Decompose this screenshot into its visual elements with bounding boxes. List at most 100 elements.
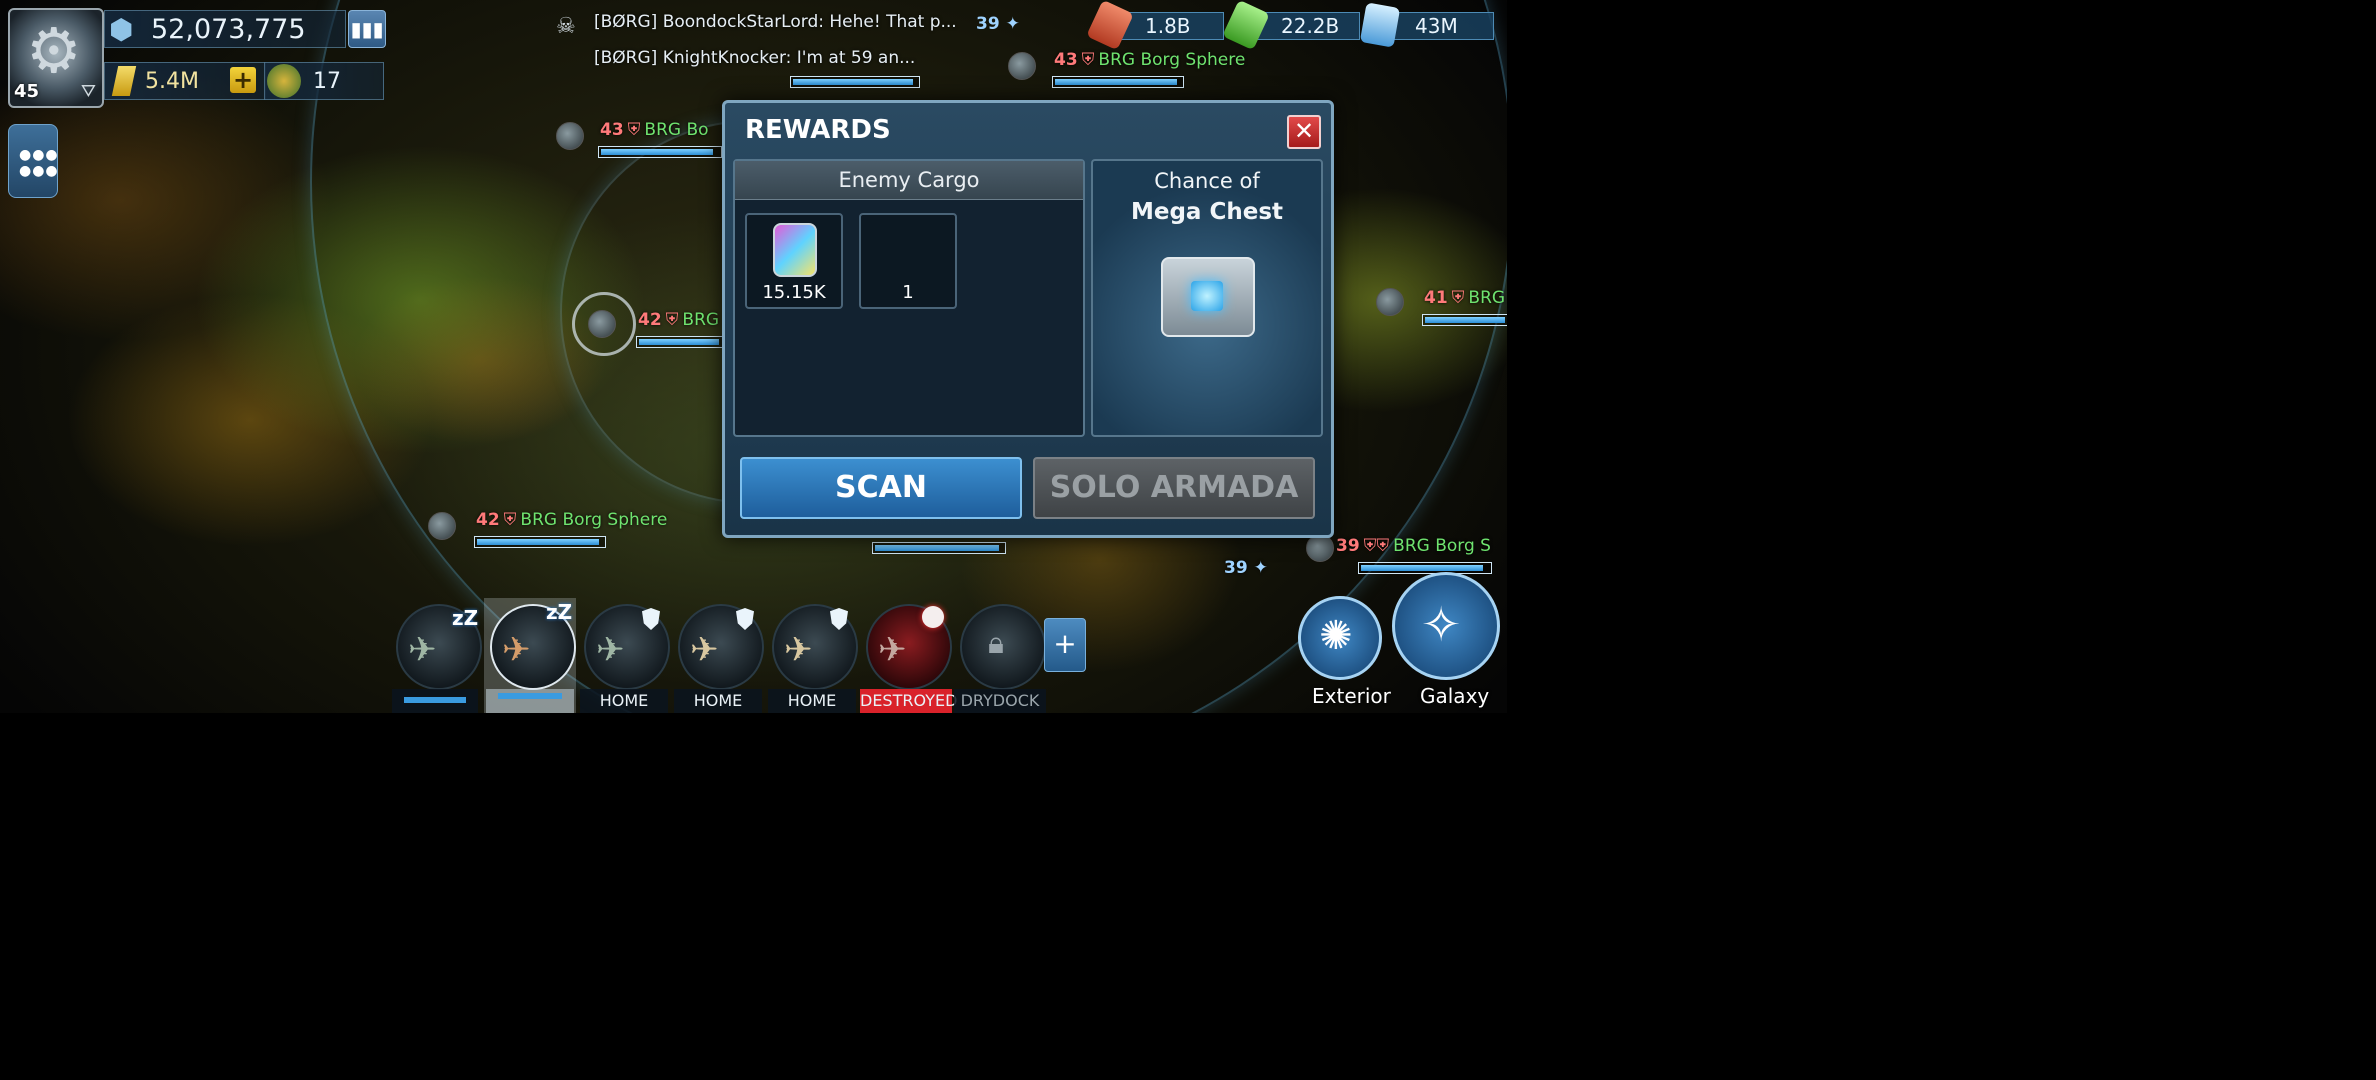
enemy-health-fill — [601, 149, 714, 155]
chat-alliance-icon: ☠ — [556, 14, 576, 39]
dilithium-value: 43M — [1415, 14, 1458, 38]
exterior-button[interactable]: ✺ — [1298, 596, 1382, 680]
parsteel-value: 1.8B — [1145, 14, 1191, 38]
ship-status: HOME — [674, 689, 762, 713]
enemy-tag[interactable]: 43 ⛨ BRG Borg Sphere — [1054, 50, 1245, 70]
alliance-value: 17 — [313, 68, 341, 94]
gear-icon: ⚙ — [26, 14, 82, 87]
latinum-icon — [111, 66, 137, 96]
ship-status: HOME — [768, 689, 856, 713]
alliance-stat[interactable]: 17 — [264, 62, 384, 100]
ship-status: DRYDOCK F — [954, 689, 1046, 713]
cargo-item[interactable]: 1 — [859, 213, 957, 309]
ship-status — [392, 689, 478, 713]
add-drydock-button[interactable]: + — [1044, 618, 1086, 672]
lock-icon: 🔒︎ — [988, 626, 1004, 661]
enemy-health-fill — [477, 539, 600, 545]
scan-button[interactable]: SCAN — [740, 457, 1022, 519]
chest-caption: Chance of — [1154, 169, 1260, 193]
chat-message[interactable]: [BØRG] KnightKnocker: I'm at 59 an... — [594, 48, 915, 68]
enemy-tag[interactable]: 43 ⛨ BRG Bo — [600, 120, 709, 140]
enemy-tag[interactable]: 39 ⛨⛨ BRG Borg S — [1336, 536, 1491, 556]
blueprint-chip-icon — [773, 223, 817, 277]
galaxy-button[interactable]: ✧ — [1392, 572, 1500, 680]
screen-edge — [1507, 0, 1568, 713]
enemy-health-bar — [474, 536, 606, 548]
exterior-icon: ✺ — [1319, 613, 1353, 659]
ship-icon: ✈ — [596, 630, 625, 670]
enemy-ship-icon[interactable] — [428, 512, 456, 540]
enemy-health-fill — [1361, 565, 1483, 571]
rewards-dialog: REWARDS ✕ Enemy Cargo 15.15K 1 Chance of… — [722, 100, 1334, 538]
enemy-health-fill — [875, 545, 1000, 551]
player-avatar[interactable]: ⚙ 45 ⛛ — [8, 8, 104, 108]
player-level-badge[interactable]: 39 ✦ — [1224, 558, 1268, 578]
tritanium-stat[interactable]: 22.2B — [1222, 0, 1360, 51]
close-icon: ✕ — [1293, 117, 1315, 145]
close-button[interactable]: ✕ — [1287, 115, 1321, 149]
enemy-ship-icon[interactable] — [588, 310, 616, 338]
enemy-tag[interactable]: 42 ⛨ BRG Borg Sphere — [476, 510, 667, 530]
enemy-ship-icon[interactable] — [1306, 534, 1334, 562]
ship-status: HOME — [580, 689, 668, 713]
skull-icon — [922, 606, 944, 628]
enemy-health-bar — [790, 76, 920, 88]
ship-status: DESTROYED — [860, 689, 957, 713]
bar-chart-icon: ▮▮▮ — [350, 17, 384, 41]
chest-name: Mega Chest — [1130, 199, 1283, 225]
enemy-health-bar — [1052, 76, 1184, 88]
dilithium-stat[interactable]: 43M — [1359, 2, 1494, 48]
dilithium-icon — [1359, 2, 1401, 48]
cargo-title: Enemy Cargo — [735, 161, 1083, 200]
enemy-tag[interactable]: 42 ⛨ BRG — [638, 310, 719, 330]
enemy-health-bar — [636, 336, 726, 348]
galaxy-label: Galaxy — [1420, 684, 1490, 708]
cargo-item-value: 15.15K — [762, 282, 826, 303]
power-stat[interactable]: ⬢ 52,073,775 — [104, 10, 346, 48]
enemy-ship-icon[interactable] — [1376, 288, 1404, 316]
sleep-icon: zZ — [452, 606, 479, 630]
ship-icon: ✈ — [878, 630, 907, 670]
dialog-title: REWARDS — [745, 115, 891, 145]
ship-icon: ✈ — [502, 630, 531, 670]
enemy-tag[interactable]: 41 ⛨ BRG — [1424, 288, 1505, 308]
latinum-value: 5.4M — [145, 68, 199, 94]
cargo-item[interactable]: 15.15K — [745, 213, 843, 309]
power-icon: ⬢ — [109, 12, 134, 46]
enemy-cargo-panel: Enemy Cargo 15.15K 1 — [733, 159, 1085, 437]
enemy-health-fill — [793, 79, 914, 85]
ship-slot-7[interactable]: 🔒︎ — [960, 604, 1046, 690]
constellation-icon: ✧ — [1421, 597, 1462, 653]
enemy-ship-icon[interactable] — [556, 122, 584, 150]
enemy-health-fill — [639, 339, 719, 345]
enemy-health-fill — [1055, 79, 1178, 85]
chat-message[interactable]: [BØRG] BoondockStarLord: Hehe! That p... — [594, 12, 957, 32]
enemy-ship-icon[interactable] — [1008, 52, 1036, 80]
mega-chest-icon — [1161, 257, 1255, 337]
ship-icon: ✈ — [408, 630, 437, 670]
cargo-item-value: 1 — [902, 282, 914, 303]
sleep-icon: zZ — [546, 600, 573, 624]
galaxy-map[interactable]: 43 ⛨ BRG Borg Sphere 43 ⛨ BRG Bo 42 ⛨ BRG 41 ⛨ B… — [0, 0, 1507, 713]
enemy-health-fill — [1425, 317, 1505, 323]
power-value: 52,073,775 — [151, 13, 306, 45]
alliance-icon — [267, 64, 301, 98]
enemy-health-bar — [872, 542, 1006, 554]
add-latinum-button[interactable]: + — [230, 67, 256, 93]
ship-icon: ✈ — [784, 630, 813, 670]
rank-icon: ⛛ — [80, 81, 96, 102]
dots-grid-icon: ●●● ●●● — [19, 147, 59, 179]
menu-button[interactable]: ●●● ●●● — [8, 124, 58, 198]
parsteel-stat[interactable]: 1.8B — [1086, 0, 1224, 51]
tritanium-value: 22.2B — [1281, 14, 1340, 38]
player-level: 45 — [14, 81, 40, 102]
ship-icon: ✈ — [690, 630, 719, 670]
enemy-health-bar — [1422, 314, 1507, 326]
mega-chest-panel[interactable]: Chance of Mega Chest — [1091, 159, 1323, 437]
leaderboard-button[interactable]: ▮▮▮ — [348, 10, 386, 48]
enemy-health-bar — [598, 146, 722, 158]
ship-status — [486, 689, 574, 713]
solo-armada-button[interactable]: SOLO ARMADA — [1033, 457, 1315, 519]
exterior-label: Exterior — [1312, 684, 1391, 708]
chat-unread-count[interactable]: 39 ✦ — [976, 14, 1020, 34]
